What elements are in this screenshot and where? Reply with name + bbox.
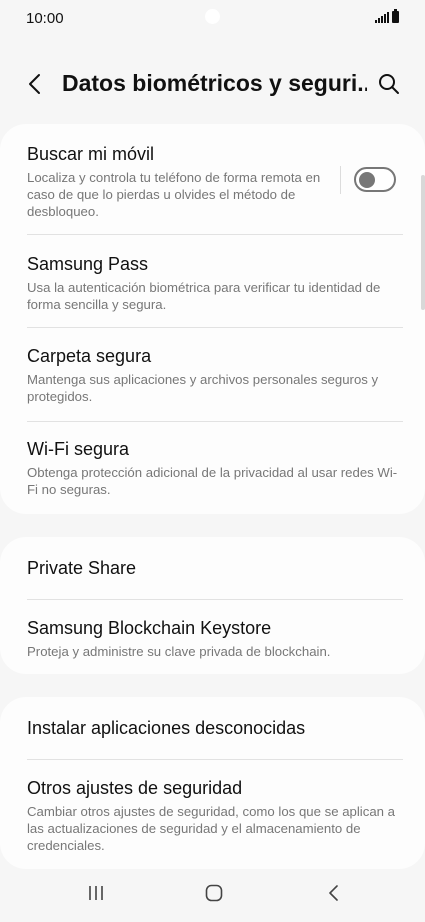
divider [27,599,403,600]
status-time: 10:00 [26,10,64,27]
item-title: Carpeta segura [27,346,152,366]
navigation-bar [0,872,425,922]
list-item-carpeta-segura[interactable]: Carpeta segura Mantenga sus aplicaciones… [27,344,401,405]
app-bar: Datos biométricos y seguri... [0,60,425,110]
item-title: Wi-Fi segura [27,439,130,459]
list-item-buscar-mi-movil[interactable]: Buscar mi móvil Localiza y controla tu t… [27,142,325,220]
search-icon[interactable] [377,72,401,96]
item-title: Samsung Pass [27,254,149,274]
item-title: Instalar aplicaciones desconocidas [27,718,306,738]
list-item-other-security-settings[interactable]: Otros ajustes de seguridad Cambiar otros… [27,776,401,854]
divider [27,759,403,760]
recent-apps-icon[interactable] [87,884,105,902]
list-item-samsung-pass[interactable]: Samsung Pass Usa la autenticación biomét… [27,252,401,313]
status-icons [375,9,399,23]
divider [27,327,403,328]
item-description: Proteja y administre su clave privada de… [27,644,331,659]
item-title: Otros ajustes de seguridad [27,778,243,798]
item-title: Private Share [27,558,137,578]
divider [27,234,403,235]
item-title: Buscar mi móvil [27,144,155,164]
home-icon[interactable] [205,884,223,902]
item-description: Localiza y controla tu teléfono de forma… [27,170,321,219]
item-description: Usa la autenticación biométrica para ver… [27,280,381,312]
find-my-mobile-toggle[interactable] [354,167,396,192]
camera-cutout [205,9,220,24]
back-icon[interactable] [325,884,343,902]
back-chevron-icon[interactable] [24,72,48,96]
settings-group-other: Instalar aplicaciones desconocidas Otros… [0,697,425,869]
toggle-knob [359,171,375,188]
list-item-private-share[interactable]: Private Share [27,556,401,580]
item-description: Cambiar otros ajustes de seguridad, como… [27,804,395,853]
status-bar: 10:00 [0,0,425,40]
settings-group-sharing: Private Share Samsung Blockchain Keystor… [0,537,425,674]
page-title: Datos biométricos y seguri... [62,70,367,96]
toggle-separator [340,166,341,194]
battery-icon [392,9,399,23]
scrollbar[interactable] [421,175,425,310]
list-item-wifi-segura[interactable]: Wi-Fi segura Obtenga protección adiciona… [27,437,401,498]
divider [27,421,403,422]
item-description: Mantenga sus aplicaciones y archivos per… [27,372,379,404]
item-title: Samsung Blockchain Keystore [27,618,272,638]
item-description: Obtenga protección adicional de la priva… [27,465,398,497]
list-item-blockchain-keystore[interactable]: Samsung Blockchain Keystore Proteja y ad… [27,616,401,660]
signal-icon [375,12,389,23]
list-item-install-unknown-apps[interactable]: Instalar aplicaciones desconocidas [27,716,401,740]
